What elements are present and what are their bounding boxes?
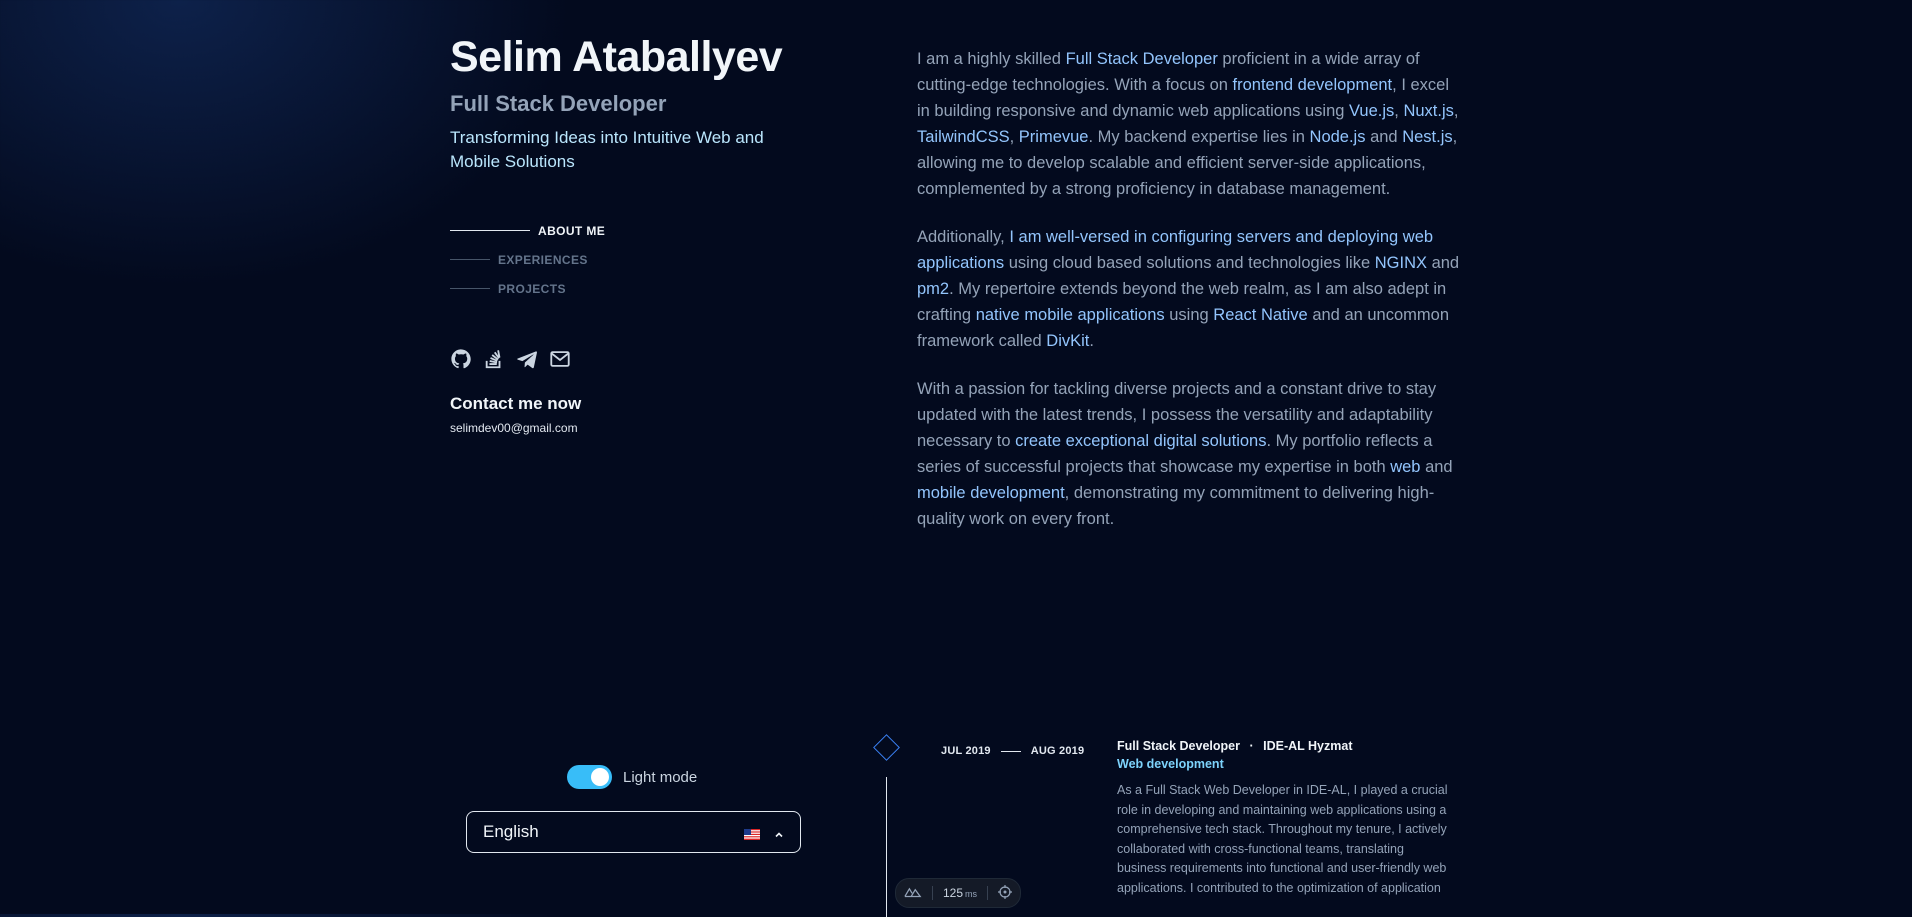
- crosshair-icon[interactable]: [998, 884, 1013, 902]
- highlighted-text: pm2: [917, 280, 950, 298]
- highlighted-text: TailwindCSS: [917, 128, 1010, 146]
- language-select[interactable]: English: [466, 811, 801, 853]
- highlighted-text: native mobile applications: [975, 306, 1165, 324]
- nav-item-about-me[interactable]: ABOUT ME: [450, 216, 605, 245]
- experience-dates: JUL 2019 AUG 2019: [941, 745, 1084, 757]
- devtools-timing-unit: ms: [965, 889, 978, 899]
- highlighted-text: Nuxt.js: [1403, 102, 1454, 120]
- devtools-timing-value: 125: [943, 886, 964, 900]
- paragraph-text: ,: [1009, 128, 1019, 146]
- profile-role: Full Stack Developer: [450, 91, 667, 116]
- highlighted-text: web: [1390, 458, 1421, 476]
- about-paragraph: With a passion for tackling diverse proj…: [917, 376, 1462, 532]
- paragraph-text: and: [1365, 128, 1403, 146]
- profile-name: Selim Ataballyev: [450, 33, 783, 81]
- experience-subtitle: Web development: [1117, 757, 1224, 771]
- paragraph-text: I am a highly skilled: [917, 50, 1066, 68]
- mail-icon[interactable]: [549, 348, 571, 370]
- highlighted-text: DivKit: [1046, 332, 1090, 350]
- experience-company: IDE-AL Hyzmat: [1263, 739, 1353, 753]
- devtools-timing: 125 ms: [943, 886, 977, 900]
- nav-item-label: PROJECTS: [498, 281, 566, 296]
- nav-indicator-line: [450, 259, 490, 260]
- paragraph-text: ,: [1453, 102, 1459, 120]
- experience-role: Full Stack Developer: [1117, 739, 1240, 753]
- highlighted-text: Primevue: [1018, 128, 1089, 146]
- nuxt-icon: [904, 885, 922, 901]
- highlighted-text: mobile development: [917, 484, 1065, 502]
- paragraph-text: .: [1089, 332, 1094, 350]
- about-paragraph: I am a highly skilled Full Stack Develop…: [917, 46, 1462, 202]
- about-section: I am a highly skilled Full Stack Develop…: [917, 46, 1462, 554]
- experience-title: Full Stack Developer · IDE-AL Hyzmat: [1117, 739, 1352, 753]
- devtools-divider: [987, 886, 989, 900]
- theme-toggle-group: Light mode: [567, 765, 697, 789]
- highlighted-text: Node.js: [1309, 128, 1366, 146]
- theme-toggle[interactable]: [567, 765, 612, 789]
- paragraph-text: . My backend expertise lies in: [1088, 128, 1310, 146]
- highlighted-text: Vue.js: [1349, 102, 1395, 120]
- theme-toggle-label: Light mode: [623, 768, 698, 786]
- github-icon[interactable]: [450, 348, 472, 370]
- devtools-divider: [932, 886, 933, 900]
- us-flag-icon: [744, 827, 760, 840]
- title-separator: ·: [1249, 739, 1254, 753]
- paragraph-text: and: [1420, 458, 1453, 476]
- experience-start-date: JUL 2019: [941, 745, 991, 757]
- social-links: [450, 348, 571, 370]
- stackoverflow-icon[interactable]: [483, 348, 505, 370]
- highlighted-text: frontend development: [1232, 76, 1393, 94]
- timeline-diamond-marker: [873, 734, 900, 761]
- nav-item-projects[interactable]: PROJECTS: [450, 274, 605, 303]
- paragraph-text: using cloud based solutions and technolo…: [1004, 254, 1375, 272]
- highlighted-text: Nest.js: [1402, 128, 1453, 146]
- chevron-up-icon: [774, 827, 784, 838]
- experience-description: As a Full Stack Web Developer in IDE-AL,…: [1117, 783, 1448, 895]
- highlighted-text: React Native: [1213, 306, 1308, 324]
- highlighted-text: Full Stack Developer: [1065, 50, 1218, 68]
- paragraph-text: and: [1427, 254, 1460, 272]
- nav-item-experiences[interactable]: EXPERIENCES: [450, 245, 605, 274]
- language-select-value: English: [483, 822, 539, 841]
- about-paragraph: Additionally, I am well-versed in config…: [917, 224, 1462, 354]
- nav-indicator-line: [450, 230, 530, 231]
- profile-tagline: Transforming Ideas into Intuitive Web an…: [450, 128, 764, 171]
- contact-email-link[interactable]: selimdev00@gmail.com: [450, 421, 578, 435]
- paragraph-text: Additionally,: [917, 228, 1010, 246]
- paragraph-text: using: [1164, 306, 1214, 324]
- highlighted-text: create exceptional digital solutions: [1015, 432, 1267, 450]
- nav-item-label: ABOUT ME: [538, 223, 606, 238]
- date-separator: [1000, 750, 1021, 752]
- timeline-line: [886, 777, 887, 917]
- experience-end-date: AUG 2019: [1030, 745, 1085, 757]
- toggle-knob: [591, 768, 609, 786]
- section-nav: ABOUT ME EXPERIENCES PROJECTS: [450, 216, 605, 303]
- telegram-icon[interactable]: [516, 348, 538, 370]
- nav-indicator-line: [450, 288, 490, 289]
- devtools-bar[interactable]: 125 ms: [895, 878, 1022, 908]
- highlighted-text: NGINX: [1374, 254, 1427, 272]
- nav-item-label: EXPERIENCES: [498, 252, 588, 267]
- contact-title: Contact me now: [450, 394, 582, 413]
